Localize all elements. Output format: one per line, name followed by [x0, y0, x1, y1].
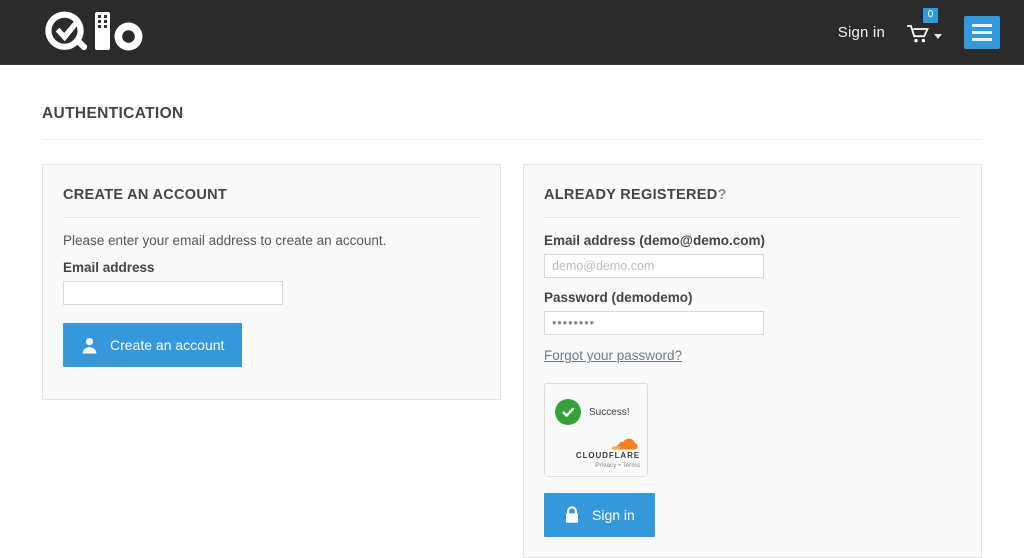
green-check-circle-icon: [555, 399, 581, 426]
site-header: Sign in 0: [0, 0, 1024, 65]
user-icon: [82, 337, 97, 354]
site-logo[interactable]: [42, 0, 146, 64]
create-account-title: CREATE AN ACCOUNT: [63, 187, 480, 219]
login-password-label: Password (demodemo): [544, 290, 693, 306]
already-registered-panel: ALREADY REGISTERED? Email address (demo@…: [523, 164, 982, 558]
chevron-down-icon: [934, 33, 942, 39]
hamburger-bar: [972, 37, 992, 41]
create-account-panel: CREATE AN ACCOUNT Please enter your emai…: [42, 164, 501, 401]
hamburger-bar: [972, 23, 992, 27]
auth-columns: CREATE AN ACCOUNT Please enter your emai…: [42, 164, 982, 558]
hamburger-bar: [972, 30, 992, 34]
create-account-button[interactable]: Create an account: [63, 323, 243, 368]
turnstile-status-row: Success!: [545, 384, 647, 426]
cart-count-badge: 0: [923, 8, 938, 23]
cloudflare-cloud-icon: [612, 438, 638, 450]
create-email-label: Email address: [63, 260, 155, 276]
create-account-help-text: Please enter your email address to creat…: [63, 233, 387, 249]
page-title: AUTHENTICATION: [42, 75, 982, 141]
turnstile-legal-links[interactable]: Privacy • Terms: [576, 461, 640, 470]
login-email-input[interactable]: [544, 254, 764, 279]
header-signin-link[interactable]: Sign in: [838, 24, 885, 41]
check-icon: [561, 407, 574, 417]
already-registered-title-mark: ?: [717, 187, 727, 204]
cart-dropdown[interactable]: 0: [907, 8, 942, 44]
create-email-input[interactable]: [63, 281, 283, 306]
qlo-logo-icon: [45, 11, 143, 51]
turnstile-branding: CLOUDFLARE Privacy • Terms: [576, 437, 640, 470]
already-registered-title: ALREADY REGISTERED?: [544, 187, 961, 219]
login-password-input[interactable]: [544, 311, 764, 336]
signin-button-label: Sign in: [592, 507, 635, 524]
cloudflare-turnstile-widget[interactable]: Success! CLOUDFLARE Privacy • Terms: [544, 383, 648, 478]
hamburger-menu-button[interactable]: [964, 15, 1000, 49]
create-account-button-label: Create an account: [110, 337, 225, 354]
shopping-cart-icon: [907, 25, 929, 43]
turnstile-brand-name: CLOUDFLARE: [575, 451, 640, 461]
header-actions: Sign in 0: [838, 8, 1000, 49]
signin-button[interactable]: Sign in: [544, 493, 655, 538]
already-registered-title-text: ALREADY REGISTERED: [544, 187, 718, 204]
forgot-password-link: Forgot your password?: [544, 348, 683, 364]
page-body: AUTHENTICATION CREATE AN ACCOUNT Please …: [0, 75, 1024, 558]
lock-icon: [566, 506, 578, 524]
login-email-label: Email address (demo@demo.com): [544, 233, 765, 249]
turnstile-status-text: Success!: [589, 406, 630, 418]
